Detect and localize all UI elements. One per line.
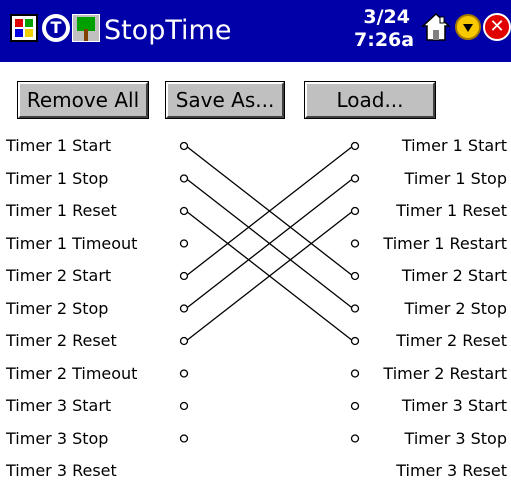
right-connector[interactable] xyxy=(350,239,360,248)
left-connector[interactable] xyxy=(179,336,189,346)
right-connector[interactable] xyxy=(350,369,360,378)
left-connector[interactable] xyxy=(179,271,189,281)
left-connector[interactable] xyxy=(179,369,189,378)
left-connector[interactable] xyxy=(179,141,189,151)
right-connector[interactable] xyxy=(350,304,360,313)
left-connector[interactable] xyxy=(179,304,189,313)
right-connector[interactable] xyxy=(350,174,360,183)
right-connector[interactable] xyxy=(350,434,360,443)
left-event-label: Timer 3 Reset xyxy=(6,461,117,480)
left-connector[interactable] xyxy=(179,206,189,216)
right-action-label: Timer 3 Reset xyxy=(396,461,507,480)
left-connector[interactable] xyxy=(179,174,189,183)
left-connector[interactable] xyxy=(179,434,189,443)
right-connector[interactable] xyxy=(350,206,360,216)
right-connector[interactable] xyxy=(350,271,360,281)
left-connector[interactable] xyxy=(179,239,189,248)
left-connector[interactable] xyxy=(179,401,189,411)
right-connector[interactable] xyxy=(350,336,360,346)
right-connector[interactable] xyxy=(350,401,360,411)
connection-map[interactable] xyxy=(0,0,511,456)
right-connector[interactable] xyxy=(350,141,360,151)
